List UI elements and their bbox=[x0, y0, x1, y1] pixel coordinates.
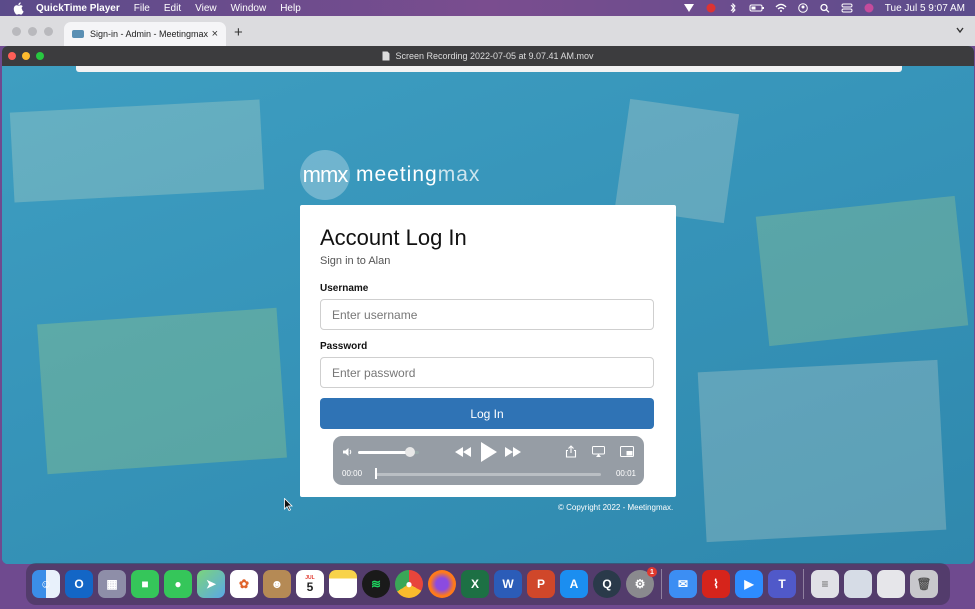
vpn-icon[interactable] bbox=[683, 3, 695, 13]
dock-separator bbox=[803, 569, 804, 599]
menu-file[interactable]: File bbox=[134, 3, 150, 14]
launchpad-icon[interactable]: ▦ bbox=[98, 570, 126, 598]
teams-icon[interactable]: T bbox=[768, 570, 796, 598]
siri-icon[interactable] bbox=[863, 3, 875, 13]
app-menu-quicktime[interactable]: QuickTime Player bbox=[36, 3, 120, 14]
password-input[interactable] bbox=[320, 357, 654, 388]
fast-forward-icon[interactable] bbox=[505, 447, 521, 457]
volume-slider-knob[interactable] bbox=[404, 447, 415, 457]
messages-icon[interactable]: ● bbox=[164, 570, 192, 598]
chrome-icon[interactable]: ● bbox=[395, 570, 423, 598]
sign-in-subtitle: Sign in to Alan bbox=[320, 255, 391, 267]
volume-slider-fill bbox=[358, 451, 410, 454]
maps-icon[interactable]: ➤ bbox=[197, 570, 225, 598]
user-icon[interactable] bbox=[797, 3, 809, 13]
spotify-icon[interactable]: ≋ bbox=[362, 570, 390, 598]
menu-help[interactable]: Help bbox=[280, 3, 301, 14]
background-note bbox=[755, 195, 969, 347]
outlook-icon[interactable]: O bbox=[65, 570, 93, 598]
firefox-icon[interactable] bbox=[428, 570, 456, 598]
end-time: 00:01 bbox=[615, 469, 636, 478]
background-note bbox=[9, 99, 265, 203]
volume-icon[interactable] bbox=[342, 447, 354, 457]
document-icon bbox=[382, 51, 390, 61]
logo-wordmark: meetingmax bbox=[356, 163, 481, 186]
apple-menu-icon[interactable] bbox=[12, 1, 26, 15]
notes-icon[interactable] bbox=[329, 570, 357, 598]
current-time: 00:00 bbox=[342, 469, 363, 478]
calendar-icon[interactable]: JUL 5 bbox=[296, 570, 324, 598]
page-title: Account Log In bbox=[320, 225, 467, 250]
bluetooth-icon[interactable] bbox=[727, 3, 739, 13]
recent-files-icon[interactable] bbox=[877, 570, 905, 598]
wifi-icon[interactable] bbox=[775, 3, 787, 13]
facetime-icon[interactable]: ■ bbox=[131, 570, 159, 598]
menu-window[interactable]: Window bbox=[231, 3, 267, 14]
meetingmax-favicon bbox=[72, 30, 84, 38]
video-frame[interactable]: mmx meetingmax Account Log In Sign in to… bbox=[2, 66, 974, 564]
finder-icon[interactable]: ☺ bbox=[32, 570, 60, 598]
tab-close-icon[interactable]: × bbox=[212, 28, 218, 40]
trash-icon[interactable]: 🗑 bbox=[910, 570, 938, 598]
menubar-clock[interactable]: Tue Jul 5 9:07 AM bbox=[885, 3, 965, 14]
browser-tab-title: Sign-in - Admin - Meetingmax bbox=[90, 29, 209, 39]
recording-file-title: Screen Recording 2022-07-05 at 9.07.41 A… bbox=[395, 51, 594, 61]
menu-bar: QuickTime Player File Edit View Window H… bbox=[0, 0, 975, 16]
playback-controls: 00:00 00:01 bbox=[333, 436, 644, 485]
mail-icon[interactable]: ✉ bbox=[669, 570, 697, 598]
search-icon[interactable] bbox=[819, 3, 831, 13]
notification-badge: 1 bbox=[647, 567, 657, 577]
word-icon[interactable]: W bbox=[494, 570, 522, 598]
menu-edit[interactable]: Edit bbox=[164, 3, 181, 14]
contacts-icon[interactable]: ☻ bbox=[263, 570, 291, 598]
window-controls bbox=[8, 52, 44, 60]
battery-icon[interactable] bbox=[749, 3, 765, 13]
calendar-day: 5 bbox=[306, 579, 314, 594]
excel-icon[interactable]: X bbox=[461, 570, 489, 598]
control-center-icon[interactable] bbox=[841, 3, 853, 13]
logo-mark: mmx bbox=[300, 150, 350, 200]
username-label: Username bbox=[320, 283, 369, 294]
zoom-window-button[interactable] bbox=[36, 52, 44, 60]
recent-files-icon[interactable] bbox=[844, 570, 872, 598]
dock: ☺ O ▦ ■ ● ➤ ✿ ☻ JUL 5 ≋ ● X W P A Q ⚙ 1 … bbox=[26, 563, 950, 605]
play-icon[interactable] bbox=[479, 442, 497, 462]
login-button[interactable]: Log In bbox=[320, 398, 654, 429]
captured-browser-bar bbox=[76, 66, 902, 72]
chevron-down-icon[interactable] bbox=[955, 25, 965, 35]
copyright-text: © Copyright 2022 - Meetingmax. bbox=[558, 503, 674, 512]
mouse-cursor-icon bbox=[284, 498, 293, 511]
zoom-icon[interactable]: ▶ bbox=[735, 570, 763, 598]
quicktime-window: Screen Recording 2022-07-05 at 9.07.41 A… bbox=[2, 46, 974, 564]
browser-window-controls bbox=[12, 27, 53, 36]
quicktime-title-bar[interactable]: Screen Recording 2022-07-05 at 9.07.41 A… bbox=[2, 46, 974, 66]
app-store-icon[interactable]: A bbox=[560, 570, 588, 598]
username-input[interactable] bbox=[320, 299, 654, 330]
quicktime-icon[interactable]: Q bbox=[593, 570, 621, 598]
scrubber-track[interactable] bbox=[375, 473, 601, 476]
close-window-button[interactable] bbox=[8, 52, 16, 60]
background-note bbox=[37, 307, 287, 475]
minimize-window-button[interactable] bbox=[22, 52, 30, 60]
menu-view[interactable]: View bbox=[195, 3, 217, 14]
new-tab-button[interactable]: + bbox=[234, 24, 243, 41]
airplay-icon[interactable] bbox=[592, 446, 605, 457]
background-note bbox=[697, 359, 947, 543]
browser-tab[interactable]: Sign-in - Admin - Meetingmax × bbox=[64, 22, 226, 46]
antivirus-icon[interactable] bbox=[705, 3, 717, 13]
browser-tab-strip: Sign-in - Admin - Meetingmax × + bbox=[0, 16, 975, 46]
scrubber-playhead[interactable] bbox=[375, 468, 377, 479]
acrobat-icon[interactable]: ⌇ bbox=[702, 570, 730, 598]
downloads-stack-icon[interactable]: ≡ bbox=[811, 570, 839, 598]
dock-separator bbox=[661, 569, 662, 599]
picture-in-picture-icon[interactable] bbox=[620, 446, 634, 457]
photos-icon[interactable]: ✿ bbox=[230, 570, 258, 598]
password-label: Password bbox=[320, 341, 368, 352]
share-icon[interactable] bbox=[565, 445, 577, 458]
system-preferences-icon[interactable]: ⚙ 1 bbox=[626, 567, 657, 598]
meetingmax-logo: mmx meetingmax bbox=[300, 150, 480, 200]
powerpoint-icon[interactable]: P bbox=[527, 570, 555, 598]
rewind-icon[interactable] bbox=[455, 447, 471, 457]
